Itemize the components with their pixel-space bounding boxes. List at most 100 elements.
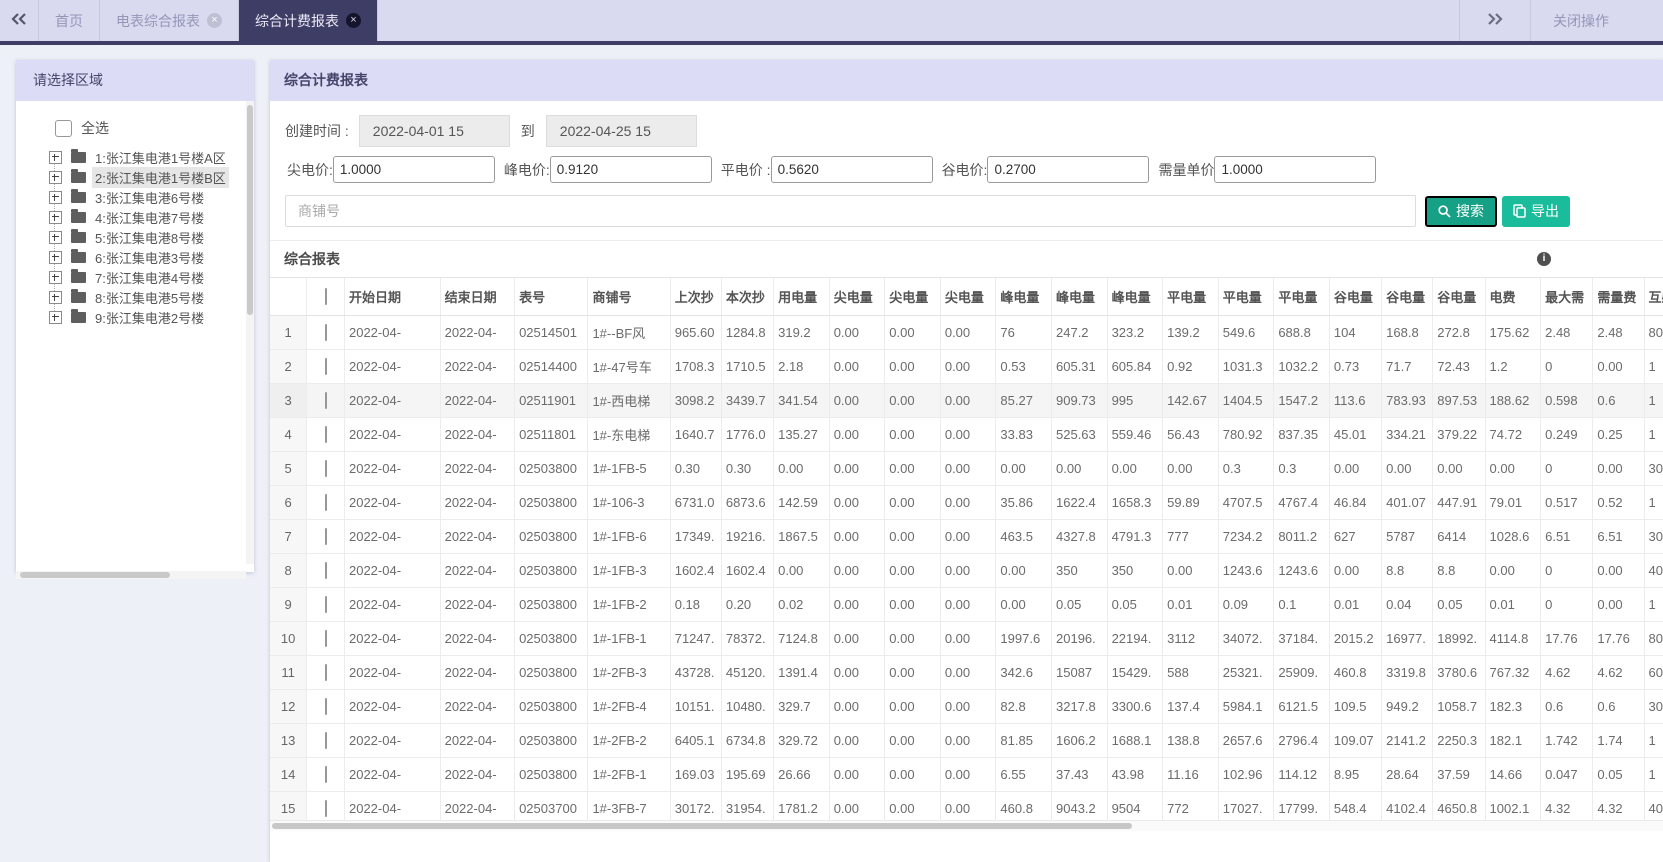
shop-number-input[interactable] [285,195,1416,227]
table-cell: 995 [1107,383,1164,418]
info-icon[interactable]: i [1537,252,1551,266]
table-cell: 0.00 [829,349,886,384]
table-cell: 11.16 [1162,757,1219,792]
table-cell: 02503800 [514,723,589,758]
expand-plus-icon[interactable] [49,150,62,164]
table-cell: 1606.2 [1051,723,1108,758]
table-cell: 02503700 [514,791,589,820]
close-operations-menu[interactable]: 关闭操作 [1530,0,1663,41]
table-cell: 1602.4 [670,553,722,588]
tab-billing-report[interactable]: 综合计费报表 × [239,0,378,41]
export-button[interactable]: 导出 [1502,195,1570,227]
column-header: 尖电量 [940,278,997,316]
sidebar-horizontal-scrollbar[interactable] [16,571,246,579]
table-cell: 0.00 [884,791,941,820]
scrollbar-thumb[interactable] [20,572,170,578]
row-checkbox[interactable] [324,800,327,817]
row-checkbox[interactable] [324,426,327,443]
flat-price-input[interactable] [770,156,933,183]
table-cell: 0.00 [940,553,997,588]
row-checkbox[interactable] [324,494,327,511]
tree-item[interactable]: 7:张江集电港4号楼 [16,267,254,287]
row-checkbox[interactable] [324,732,327,749]
expand-plus-icon[interactable] [49,210,62,224]
row-checkbox[interactable] [324,528,327,545]
table-cell: 85.27 [995,383,1052,418]
expand-plus-icon[interactable] [49,190,62,204]
date-from-input[interactable]: 2022-04-01 15 [358,115,510,147]
row-checkbox[interactable] [324,698,327,715]
table-cell: 169.03 [670,757,722,792]
row-checkbox[interactable] [324,324,327,341]
sharp-price-input[interactable] [332,156,495,183]
scroll-tabs-left-button[interactable] [0,0,38,41]
tree-item[interactable]: 6:张江集电港3号楼 [16,247,254,267]
row-checkbox[interactable] [324,562,327,579]
sidebar-vertical-scrollbar[interactable] [246,101,254,564]
tree-item[interactable]: 5:张江集电港8号楼 [16,227,254,247]
table-cell: 0.00 [1329,451,1383,486]
column-header: 需量费 [1592,278,1645,316]
row-checkbox[interactable] [324,766,327,783]
table-cell: 627 [1329,519,1383,554]
tree-item-label: 2:张江集电港1号楼B区 [92,166,229,188]
tree-item[interactable]: 3:张江集电港6号楼 [16,187,254,207]
table-cell: 909.73 [1051,383,1108,418]
table-cell: 334.21 [1381,417,1434,452]
row-checkbox[interactable] [324,596,327,613]
tree-item[interactable]: 4:张江集电港7号楼 [16,207,254,227]
expand-plus-icon[interactable] [49,170,62,184]
tree-item[interactable]: 1:张江集电港1号楼A区 [16,147,254,167]
expand-plus-icon[interactable] [49,290,62,304]
date-to-input[interactable]: 2022-04-25 15 [545,115,697,147]
row-checkbox[interactable] [324,460,327,477]
tab-meter-report[interactable]: 电表综合报表 × [100,0,239,41]
table-cell: 783.93 [1381,383,1434,418]
row-checkbox[interactable] [324,630,327,647]
close-tab-icon[interactable]: × [207,13,222,28]
table-horizontal-scrollbar[interactable] [270,820,1663,831]
select-all-checkbox[interactable] [55,119,72,137]
table-cell: 6.51 [1592,519,1645,554]
expand-plus-icon[interactable] [49,310,62,324]
region-panel: 请选择区域 全选 1:张江集电港1号楼A区 2:张江集电港1号楼B区 3:张江集电港… [16,60,254,579]
row-checkbox[interactable] [324,358,327,375]
table-cell: 1032.2 [1273,349,1330,384]
table-cell: 1#-2FB-1 [587,757,671,792]
table-cell: 0.00 [940,349,997,384]
valley-price-input[interactable] [987,156,1150,183]
tree-item[interactable]: 2:张江集电港1号楼B区 [16,166,254,188]
expand-plus-icon[interactable] [49,270,62,284]
scrollbar-thumb[interactable] [272,823,1132,829]
table-cell: 80 [1644,315,1663,350]
table-cell: 0.92 [1162,349,1219,384]
scroll-tabs-right-button[interactable] [1460,12,1530,30]
scrollbar-thumb[interactable] [247,105,253,315]
table-cell: 1243.6 [1273,553,1330,588]
table-cell: 1#-西电梯 [587,383,671,418]
tree-item[interactable]: 9:张江集电港2号楼 [16,307,254,327]
table-cell: 4707.5 [1218,485,1275,520]
tab-home[interactable]: 首页 [38,0,100,41]
select-all-rows-checkbox[interactable] [324,288,327,305]
table-cell: 31954. [721,791,775,820]
table-cell: 0.00 [773,451,830,486]
table-cell: 1658.3 [1107,485,1164,520]
expand-plus-icon[interactable] [49,230,62,244]
close-tab-icon[interactable]: × [346,13,361,28]
demand-price-input[interactable] [1214,156,1377,183]
table-cell: 0.249 [1540,417,1594,452]
search-button[interactable]: 搜索 [1425,195,1497,227]
peak-price-input[interactable] [549,156,712,183]
row-number-cell: 9 [270,587,308,622]
table-cell: 460.8 [1329,655,1383,690]
table-cell: 319.2 [773,315,830,350]
row-checkbox[interactable] [324,664,327,681]
table-cell: 1031.3 [1218,349,1275,384]
table-cell: 71247. [670,621,722,656]
table-cell: 780.92 [1218,417,1275,452]
tree-item[interactable]: 8:张江集电港5号楼 [16,287,254,307]
row-checkbox[interactable] [324,392,327,409]
expand-plus-icon[interactable] [49,250,62,264]
select-all-row[interactable]: 全选 [55,118,254,138]
